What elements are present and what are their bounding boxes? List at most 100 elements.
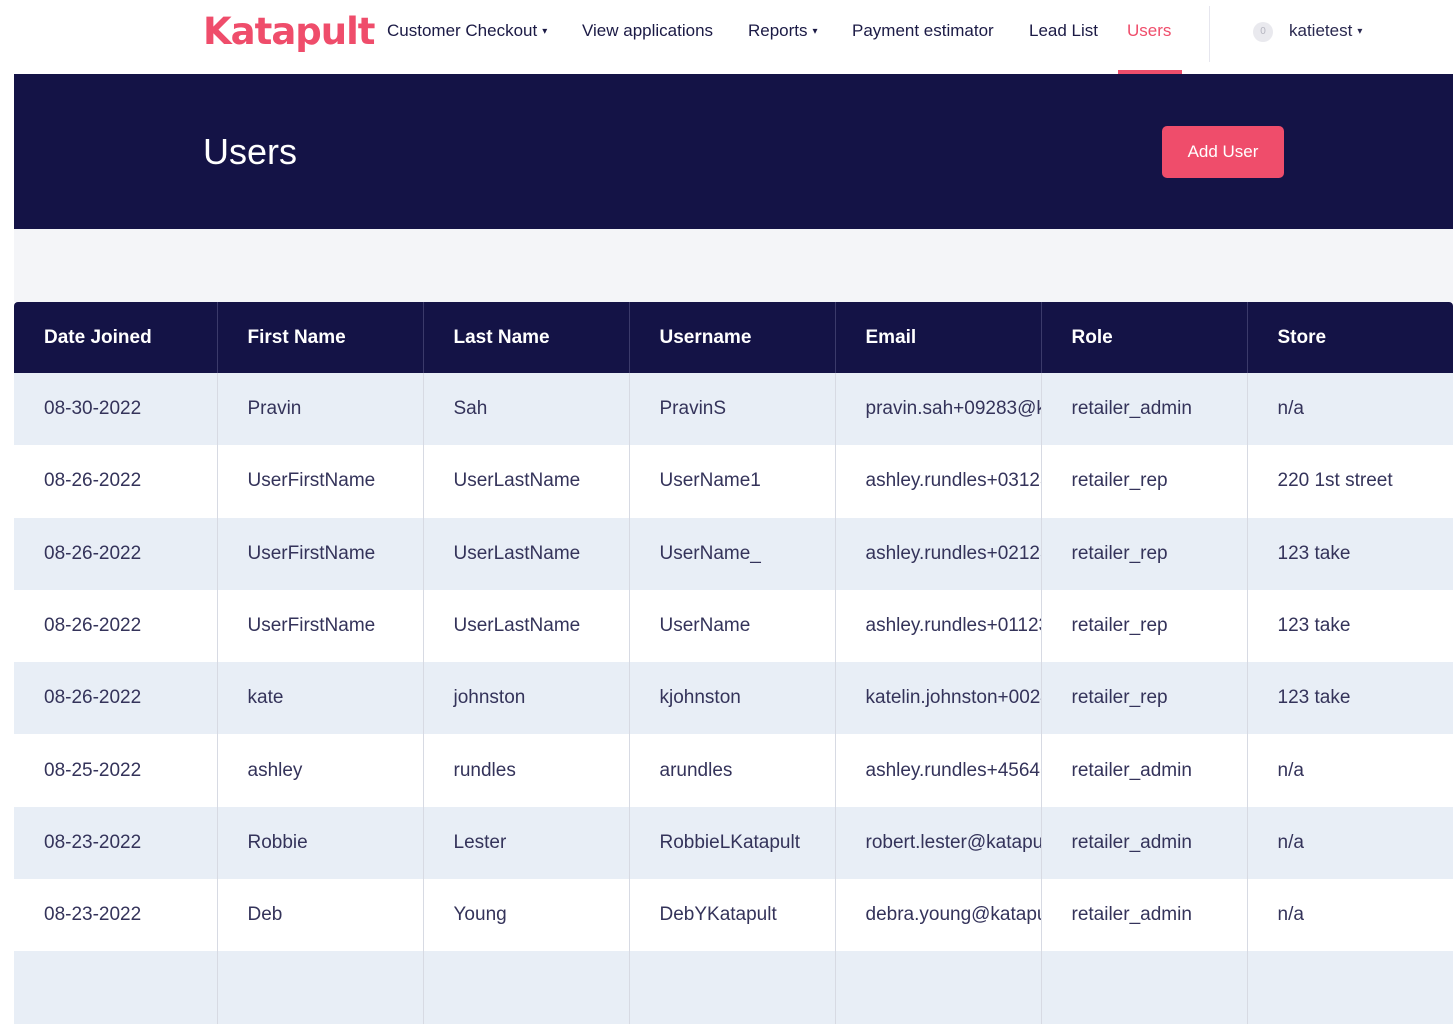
cell-username (629, 951, 836, 1024)
nav-view-applications-label: View applications (582, 21, 714, 40)
cell-username: DebYKatapult (629, 879, 836, 952)
users-table: Date Joined First Name Last Name Usernam… (14, 302, 1453, 1024)
table-row[interactable]: 08-25-2022 ashley rundles arundles ashley.ru… (14, 734, 1453, 807)
page-title: Users (203, 131, 298, 172)
cell-date-joined: 08-26-2022 (14, 589, 218, 663)
cell-last-name: UserLastName (423, 517, 630, 590)
cell-date-joined: 08-26-2022 (14, 662, 218, 735)
cell-date-joined: 08-23-2022 (14, 806, 218, 880)
cell-email: ashley.rundles+01123@k (835, 589, 1042, 663)
nav-payment-estimator-label: Payment estimator (852, 21, 994, 40)
column-header-last-name[interactable]: Last Name (423, 302, 630, 373)
cell-last-name (423, 951, 630, 1024)
cell-email: katelin.johnston+00241 (835, 662, 1042, 735)
table-body: 08-30-2022 Pravin Sah PravinS pravin.sah+092… (14, 373, 1453, 1024)
table-row[interactable]: 08-30-2022 Pravin Sah PravinS pravin.sah+092… (14, 373, 1453, 446)
table-header-row: Date Joined First Name Last Name Usernam… (14, 302, 1453, 373)
table-row[interactable]: 08-26-2022 UserFirstName UserLastName UserN… (14, 445, 1453, 518)
cell-username: RobbieLKatapult (629, 806, 836, 880)
table-row[interactable]: 08-23-2022 Deb Young DebYKatapult debra.youn… (14, 879, 1453, 952)
nav-lead-list[interactable]: Lead List (1029, 21, 1098, 41)
column-header-email[interactable]: Email (835, 302, 1042, 373)
cell-email: ashley.rundles+45646( (835, 734, 1042, 807)
cell-email: pravin.sah+09283@kata (835, 373, 1042, 446)
cell-date-joined: 08-25-2022 (14, 734, 218, 807)
cell-last-name: Lester (423, 806, 630, 880)
table-row[interactable]: 08-26-2022 UserFirstName UserLastName UserN… (14, 589, 1453, 663)
nav-customer-checkout-label: Customer Checkout (387, 21, 538, 40)
cell-first-name: kate (217, 662, 424, 735)
user-menu-label: katietest (1289, 21, 1353, 40)
table-row[interactable]: 08-26-2022 UserFirstName UserLastName UserN… (14, 517, 1453, 590)
cell-store: n/a (1247, 806, 1453, 880)
cell-store: n/a (1247, 373, 1453, 446)
column-header-first-name[interactable]: First Name (217, 302, 424, 373)
cell-email: ashley.rundles+03123@ (835, 445, 1042, 518)
cell-role: retailer_admin (1041, 734, 1248, 807)
cell-first-name: Pravin (217, 373, 424, 446)
cell-email: robert.lester@katapult.cc (835, 806, 1042, 880)
cell-role (1041, 951, 1248, 1024)
add-user-button[interactable]: Add User (1162, 126, 1284, 178)
nav-payment-estimator[interactable]: Payment estimator (852, 21, 994, 41)
content-spacer (14, 229, 1453, 302)
chevron-down-icon: ▾ (1357, 26, 1363, 37)
cell-last-name: rundles (423, 734, 630, 807)
cell-first-name: UserFirstName (217, 589, 424, 663)
cell-first-name: Robbie (217, 806, 424, 880)
nav-divider (1209, 6, 1210, 62)
cell-last-name: johnston (423, 662, 630, 735)
nav-reports-label: Reports (748, 21, 808, 40)
cell-date-joined (14, 951, 218, 1024)
top-navigation-bar: Katapult Customer Checkout ▾ View applica… (0, 0, 1453, 74)
page-header-banner: Users Add User (14, 74, 1453, 229)
nav-view-applications[interactable]: View applications (582, 21, 713, 41)
column-header-username[interactable]: Username (629, 302, 836, 373)
cell-store: 220 1st street (1247, 445, 1453, 518)
cell-last-name: UserLastName (423, 445, 630, 518)
nav-users[interactable]: Users (1127, 21, 1171, 41)
column-header-date-joined[interactable]: Date Joined (14, 302, 218, 373)
user-menu[interactable]: katietest ▾ (1289, 21, 1362, 41)
cell-store: n/a (1247, 879, 1453, 952)
cell-store: 123 take (1247, 589, 1453, 663)
cell-date-joined: 08-23-2022 (14, 879, 218, 952)
cell-username: kjohnston (629, 662, 836, 735)
cell-last-name: Young (423, 879, 630, 952)
cell-username: PravinS (629, 373, 836, 446)
chevron-down-icon: ▾ (542, 26, 548, 37)
cell-store: n/a (1247, 734, 1453, 807)
table-row[interactable]: 08-23-2022 Robbie Lester RobbieLKatapult rob… (14, 806, 1453, 880)
cell-first-name (217, 951, 424, 1024)
cell-first-name: ashley (217, 734, 424, 807)
cell-role: retailer_rep (1041, 662, 1248, 735)
cell-role: retailer_admin (1041, 879, 1248, 952)
cell-first-name: UserFirstName (217, 517, 424, 590)
cell-email (835, 951, 1042, 1024)
cell-role: retailer_rep (1041, 517, 1248, 590)
cell-role: retailer_admin (1041, 373, 1248, 446)
cell-username: UserName1 (629, 445, 836, 518)
cell-username: UserName (629, 589, 836, 663)
cell-first-name: UserFirstName (217, 445, 424, 518)
table-row[interactable]: 08-26-2022 kate johnston kjohnston katelin.j… (14, 662, 1453, 735)
cell-first-name: Deb (217, 879, 424, 952)
cell-date-joined: 08-26-2022 (14, 445, 218, 518)
cell-role: retailer_rep (1041, 589, 1248, 663)
cell-last-name: UserLastName (423, 589, 630, 663)
cell-store (1247, 951, 1453, 1024)
nav-reports[interactable]: Reports ▾ (748, 21, 818, 41)
nav-customer-checkout[interactable]: Customer Checkout ▾ (387, 21, 547, 41)
cell-date-joined: 08-26-2022 (14, 517, 218, 590)
cell-email: ashley.rundles+02123@ (835, 517, 1042, 590)
katapult-logo[interactable]: Katapult (203, 10, 375, 53)
cell-email: debra.young@katapult.cc (835, 879, 1042, 952)
cell-role: retailer_rep (1041, 445, 1248, 518)
nav-lead-list-label: Lead List (1029, 21, 1098, 40)
column-header-store[interactable]: Store (1247, 302, 1453, 373)
table-row[interactable] (14, 951, 1453, 1024)
users-table-container: Date Joined First Name Last Name Usernam… (14, 302, 1453, 1024)
cell-store: 123 take (1247, 517, 1453, 590)
cell-role: retailer_admin (1041, 806, 1248, 880)
column-header-role[interactable]: Role (1041, 302, 1248, 373)
